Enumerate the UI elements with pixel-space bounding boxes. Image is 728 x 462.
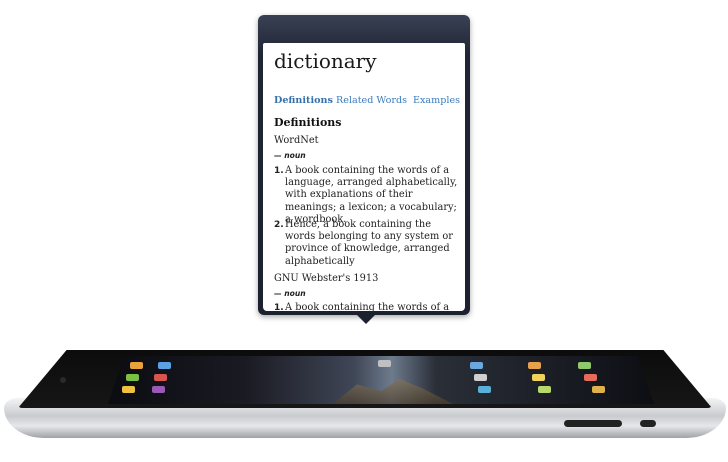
side-switch[interactable] bbox=[640, 420, 656, 427]
definition-text: Hence, a book containing the words belon… bbox=[285, 219, 453, 267]
tab-examples[interactable]: Examples bbox=[413, 95, 460, 106]
app-icon[interactable] bbox=[470, 362, 483, 369]
part-of-speech: — noun bbox=[274, 151, 306, 160]
part-of-speech: — noun bbox=[274, 289, 306, 298]
app-icon[interactable] bbox=[152, 386, 165, 393]
app-icon[interactable] bbox=[592, 386, 605, 393]
definition-item: 2. Hence, a book containing the words be… bbox=[274, 219, 460, 268]
app-icon[interactable] bbox=[130, 362, 143, 369]
definition-number: 2. bbox=[274, 220, 284, 230]
ipad-screen[interactable] bbox=[108, 356, 654, 404]
app-icon[interactable] bbox=[474, 374, 487, 381]
app-icon[interactable] bbox=[578, 362, 591, 369]
popover-arrow bbox=[355, 313, 377, 324]
definition-text: A book containing the words of a languag… bbox=[285, 165, 458, 225]
app-icon[interactable] bbox=[538, 386, 551, 393]
app-icon[interactable] bbox=[584, 374, 597, 381]
dictionary-popover: dictionary Definitions Related Words Exa… bbox=[258, 15, 470, 315]
definition-item: 1. A book containing the words of a lang… bbox=[274, 302, 460, 311]
popover-title: dictionary bbox=[274, 49, 377, 73]
definition-text: A book containing the words of a languag… bbox=[285, 302, 450, 311]
source-webster: GNU Webster's 1913 bbox=[274, 273, 379, 284]
ipad-bezel bbox=[18, 350, 712, 408]
app-icon[interactable] bbox=[478, 386, 491, 393]
ipad-device bbox=[4, 350, 726, 440]
app-icon[interactable] bbox=[126, 374, 139, 381]
home-button-icon[interactable] bbox=[60, 377, 66, 383]
wallpaper-mountain bbox=[333, 378, 453, 404]
section-heading: Definitions bbox=[274, 116, 342, 129]
source-wordnet: WordNet bbox=[274, 135, 319, 146]
tab-definitions[interactable]: Definitions bbox=[274, 95, 333, 106]
app-icon[interactable] bbox=[158, 362, 171, 369]
definition-number: 1. bbox=[274, 166, 284, 176]
app-icon[interactable] bbox=[122, 386, 135, 393]
definition-item: 1. A book containing the words of a lang… bbox=[274, 165, 460, 226]
tab-related-words[interactable]: Related Words bbox=[336, 95, 407, 106]
definition-number: 1. bbox=[274, 303, 284, 311]
app-icon[interactable] bbox=[532, 374, 545, 381]
app-icon[interactable] bbox=[154, 374, 167, 381]
app-icon[interactable] bbox=[378, 360, 391, 367]
app-icon[interactable] bbox=[528, 362, 541, 369]
popover-content[interactable]: dictionary Definitions Related Words Exa… bbox=[263, 43, 465, 311]
dock-connector-port bbox=[564, 420, 622, 427]
